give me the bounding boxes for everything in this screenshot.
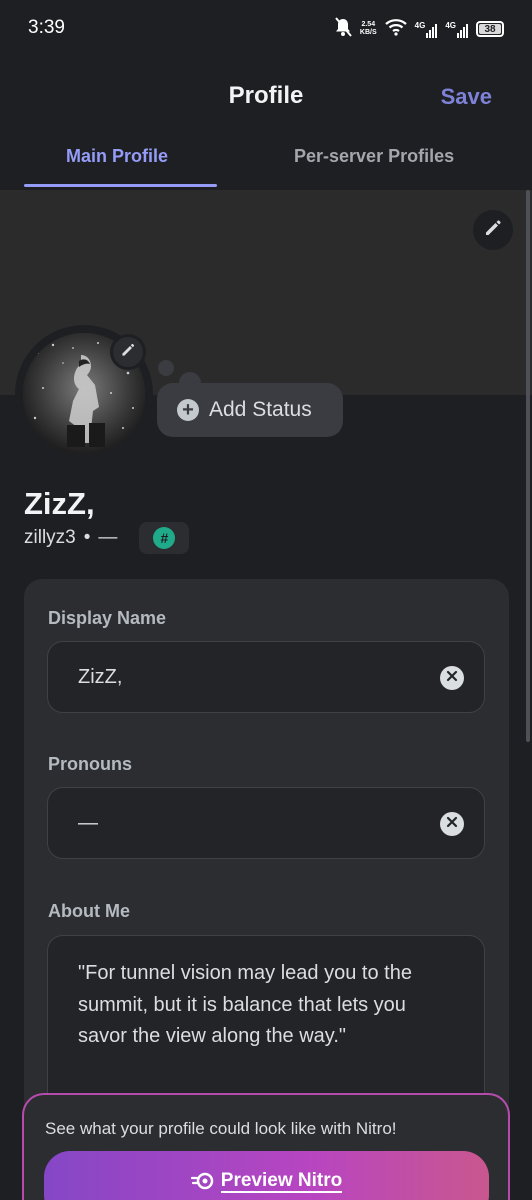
header: Profile Save — [0, 56, 532, 136]
display-name-value: ZizZ, — [78, 666, 123, 688]
battery-icon: 38 — [476, 21, 504, 37]
add-status-button[interactable]: + Add Status — [157, 383, 343, 437]
display-name-label: Display Name — [48, 608, 167, 628]
network-speed: 2.54 KB/S — [360, 21, 377, 37]
edit-avatar-button[interactable] — [110, 334, 146, 370]
pronouns-display: — — [98, 527, 118, 548]
close-icon — [446, 669, 458, 687]
signal-1: 4G — [415, 21, 438, 38]
profile-tabs: Main Profile Per-server Profiles — [0, 136, 532, 190]
nitro-icon — [190, 1171, 215, 1196]
preview-nitro-label: Preview Nitro — [220, 1170, 343, 1193]
status-time: 3:39 — [28, 17, 65, 38]
status-bubble-dot — [158, 360, 174, 376]
tab-per-server-profiles[interactable]: Per-server Profiles — [294, 146, 454, 167]
net-label-1: 4G — [414, 20, 426, 30]
profile-display-name: ZizZ, — [24, 486, 95, 521]
pronouns-value: — — [78, 812, 98, 834]
about-me-value: "For tunnel vision may lead you to the s… — [78, 962, 412, 1047]
separator-dot: • — [83, 527, 91, 548]
scrollbar[interactable] — [526, 190, 530, 742]
active-tab-indicator — [24, 184, 217, 187]
pronouns-label: Pronouns — [48, 754, 132, 774]
status-icons: 2.54 KB/S 4G 4G 38 — [334, 16, 504, 42]
hashtag-badge[interactable]: # — [139, 522, 190, 554]
speed-unit: KB/S — [359, 29, 377, 36]
signal-2: 4G — [445, 21, 468, 38]
tab-main-profile[interactable]: Main Profile — [66, 146, 168, 167]
clear-display-name-button[interactable] — [440, 666, 464, 690]
save-button[interactable]: Save — [441, 84, 492, 110]
preview-nitro-button[interactable]: Preview Nitro — [44, 1151, 489, 1200]
clear-pronouns-button[interactable] — [440, 812, 464, 836]
nitro-promo-panel: See what your profile could look like wi… — [22, 1093, 510, 1200]
wifi-icon — [384, 18, 407, 41]
about-me-label: About Me — [48, 901, 130, 921]
pencil-icon — [483, 218, 503, 243]
edit-banner-button[interactable] — [473, 210, 513, 250]
pronouns-field[interactable]: — — [47, 787, 485, 859]
signal-bars-icon — [426, 23, 438, 38]
display-name-field[interactable]: ZizZ, — [47, 641, 485, 713]
add-status-label: Add Status — [209, 398, 312, 421]
close-icon — [446, 815, 458, 833]
mute-bell-icon — [334, 16, 352, 42]
signal-bars-icon — [457, 23, 468, 38]
net-label-2: 4G — [445, 20, 456, 30]
username: zillyz3 — [24, 527, 76, 548]
nitro-promo-text: See what your profile could look like wi… — [45, 1119, 397, 1138]
status-bar: 3:39 2.54 KB/S 4G 4G 38 — [0, 0, 532, 56]
username-line: zillyz3 • — # — [24, 522, 190, 554]
battery-level: 38 — [484, 23, 496, 35]
hashtag-icon: # — [153, 527, 176, 549]
speed-value: 2.54 — [361, 21, 376, 28]
pencil-icon — [120, 342, 136, 363]
plus-circle-icon: + — [177, 399, 199, 421]
